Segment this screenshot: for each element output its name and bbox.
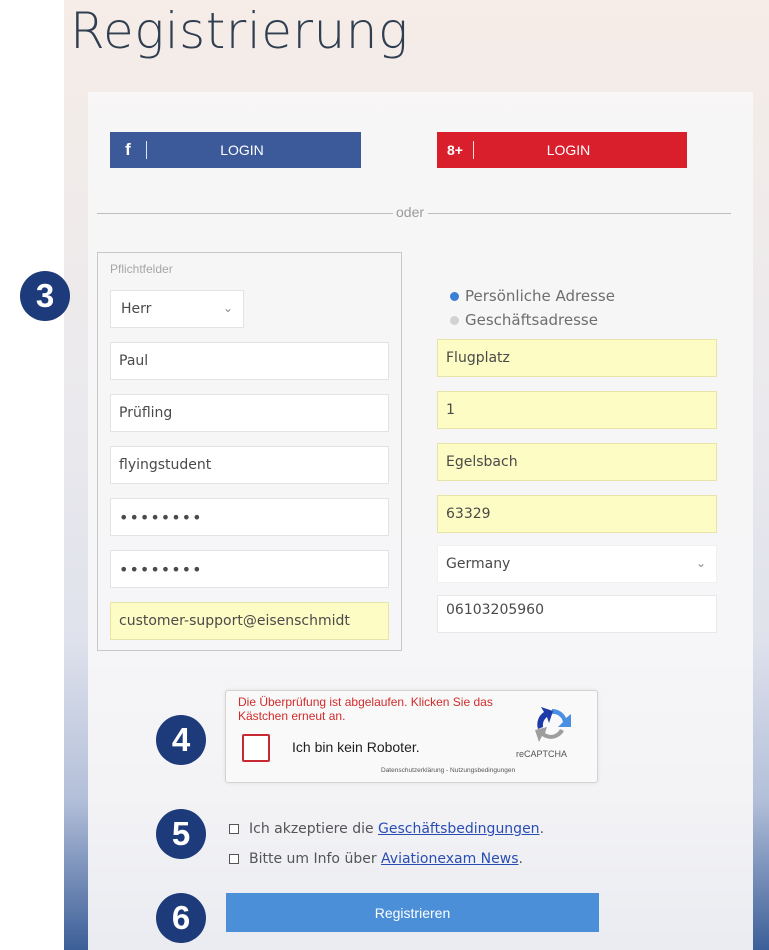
google-plus-login-label: LOGIN (546, 142, 591, 158)
salutation-value: Herr (121, 301, 152, 317)
password-value: •••••••• (119, 507, 203, 527)
salutation-select[interactable]: Herr ⌄ (110, 290, 244, 328)
email-value: customer-support@eisenschmidt (119, 613, 350, 629)
google-plus-login-button[interactable]: 8+ LOGIN (437, 132, 687, 168)
password-confirm-input[interactable]: •••••••• (110, 550, 389, 588)
page-title: Registrierung (70, 2, 409, 60)
register-button[interactable]: Registrieren (226, 893, 599, 932)
username-input[interactable]: flyingstudent (110, 446, 389, 484)
step-badge: 5 (156, 809, 206, 859)
password-confirm-value: •••••••• (119, 559, 203, 579)
recaptcha-logo-icon (535, 707, 571, 742)
recaptcha-label: Ich bin kein Roboter. (292, 739, 420, 755)
recaptcha-error-message: Die Überprüfung ist abgelaufen. Klicken … (238, 695, 493, 723)
google-plus-icon: 8+ (447, 142, 463, 158)
city-input[interactable]: Egelsbach (437, 443, 717, 481)
last-name-value: Prüfling (119, 405, 173, 421)
address-type-business-radio[interactable]: Geschäftsadresse (450, 311, 598, 329)
password-input[interactable]: •••••••• (110, 498, 389, 536)
email-input[interactable]: customer-support@eisenschmidt (110, 602, 389, 640)
recaptcha-widget: Die Überprüfung ist abgelaufen. Klicken … (225, 690, 598, 783)
phone-value: 06103205960 (446, 602, 544, 618)
separator-text: oder (396, 204, 425, 220)
terms-suffix: . (539, 821, 545, 837)
recaptcha-checkbox[interactable] (242, 734, 270, 762)
zip-input[interactable]: 63329 (437, 495, 717, 533)
newsletter-checkbox[interactable] (229, 854, 239, 864)
country-select[interactable]: Germany ⌄ (437, 545, 717, 583)
country-value: Germany (446, 556, 511, 572)
terms-checkbox-row: Ich akzeptiere die Geschäftsbedingungen … (229, 821, 544, 837)
newsletter-text: Bitte um Info über (249, 851, 382, 867)
separator-line-right (428, 213, 731, 214)
newsletter-link[interactable]: Aviationexam News (381, 851, 518, 867)
first-name-input[interactable]: Paul (110, 342, 389, 380)
street-input[interactable]: Flugplatz (437, 339, 717, 377)
terms-link[interactable]: Geschäftsbedingungen (378, 821, 540, 837)
street-value: Flugplatz (446, 350, 510, 366)
newsletter-suffix: . (518, 851, 523, 867)
phone-input[interactable]: 06103205960 (437, 595, 717, 633)
step-badge: 3 (20, 271, 70, 321)
facebook-icon: f (125, 140, 131, 159)
house-number-input[interactable]: 1 (437, 391, 717, 429)
facebook-login-label: LOGIN (220, 142, 264, 158)
first-name-value: Paul (119, 353, 149, 369)
terms-checkbox[interactable] (229, 824, 239, 834)
zip-value: 63329 (446, 506, 491, 522)
address-type-personal-label: Persönliche Adresse (465, 287, 615, 305)
address-type-personal-radio[interactable]: Persönliche Adresse (450, 287, 615, 305)
chevron-down-icon: ⌄ (695, 556, 706, 570)
last-name-input[interactable]: Prüfling (110, 394, 389, 432)
recaptcha-privacy-links[interactable]: Datenschutzerklärung - Nutzungsbedingung… (381, 767, 515, 774)
radio-selected-icon (450, 291, 459, 301)
step-badge: 4 (156, 715, 206, 765)
step-badge: 6 (156, 893, 206, 943)
address-type-business-label: Geschäftsadresse (465, 311, 598, 329)
facebook-login-button[interactable]: f LOGIN (110, 132, 361, 168)
newsletter-checkbox-row: Bitte um Info über Aviationexam News . (229, 851, 523, 867)
required-fields-legend: Pflichtfelder (110, 262, 173, 276)
city-value: Egelsbach (446, 454, 518, 470)
separator-line-left (97, 213, 393, 214)
terms-text: Ich akzeptiere die (249, 821, 379, 837)
recaptcha-brand: reCAPTCHA (516, 749, 568, 759)
radio-unselected-icon (450, 315, 459, 325)
chevron-down-icon: ⌄ (222, 301, 233, 315)
house-number-value: 1 (446, 402, 455, 418)
username-value: flyingstudent (119, 457, 212, 473)
